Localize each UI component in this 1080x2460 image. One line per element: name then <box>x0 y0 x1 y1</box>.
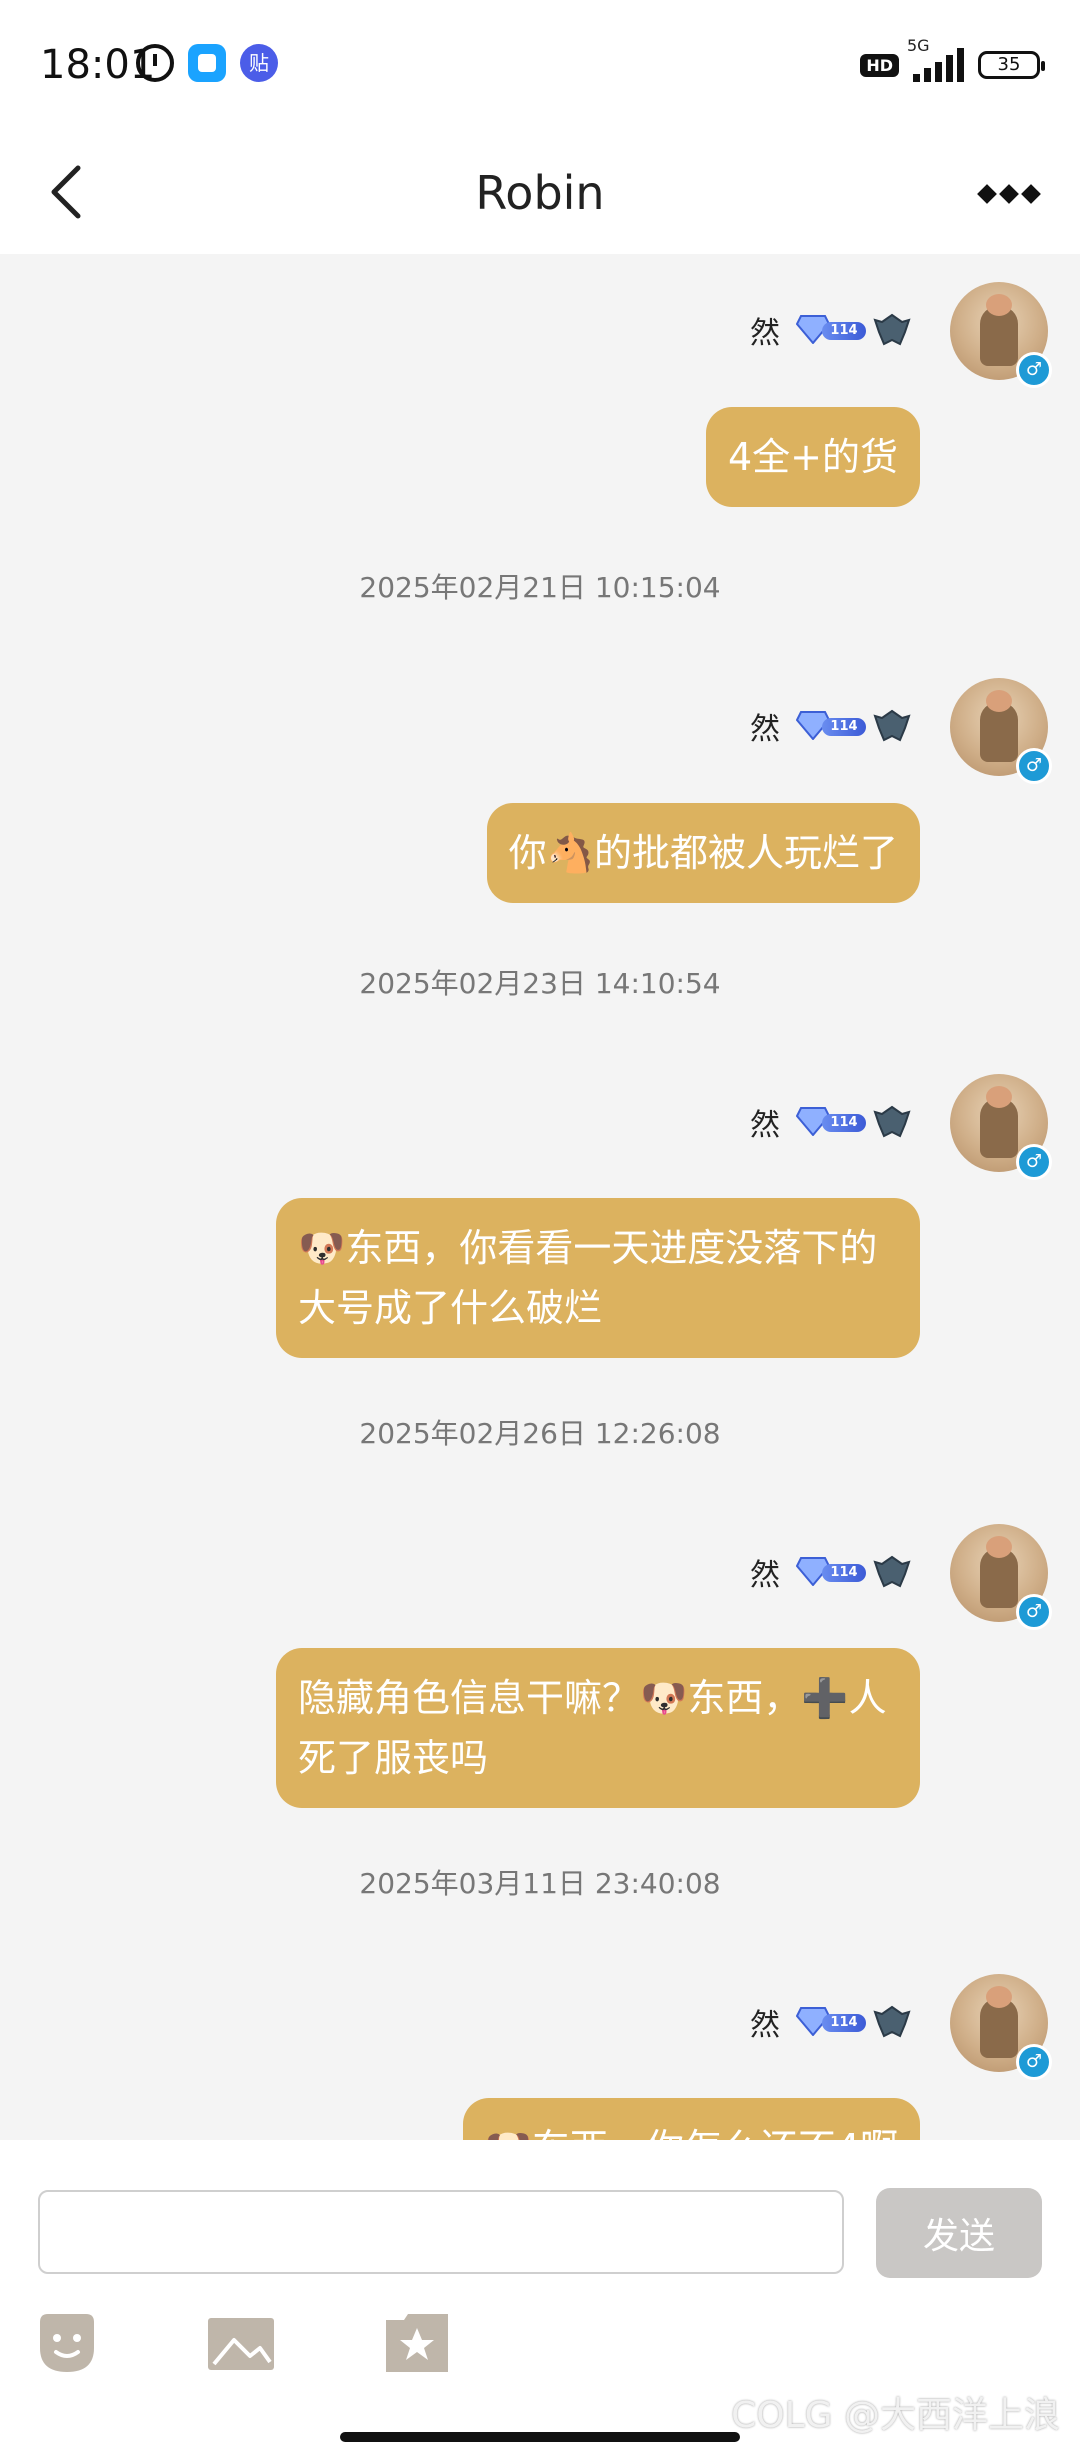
diamond-level-badge: 114 <box>796 1554 868 1590</box>
hd-badge: HD <box>860 53 899 77</box>
sender-name: 然 <box>750 316 780 351</box>
emoji-icon[interactable] <box>32 2308 102 2378</box>
message-sender-row: 然 114 ♂ <box>0 1074 1080 1184</box>
message-sender-row: 然 114 ♂ <box>0 678 1080 788</box>
male-gender-icon: ♂ <box>1016 2044 1052 2080</box>
sender-name: 然 <box>750 712 780 747</box>
message-sender-row: 然 114 ♂ <box>0 1974 1080 2084</box>
message-input[interactable] <box>38 2190 844 2274</box>
message-timestamp: 2025年02月26日 12:26:08 <box>359 1417 721 1450</box>
message-bubble[interactable]: 你🐴的批都被人玩烂了 <box>486 803 920 903</box>
diamond-level-badge: 114 <box>796 708 868 744</box>
rank-emblem-icon <box>873 1105 911 1138</box>
tieba-notification-icon: 贴 <box>240 44 278 82</box>
sender-name: 然 <box>750 2008 780 2043</box>
more-dots-icon <box>977 184 997 204</box>
status-notification-icons: 贴 <box>136 44 278 82</box>
image-icon[interactable] <box>206 2308 276 2378</box>
status-bar: 18:01 贴 HD 5G 35 <box>0 0 1080 130</box>
message-bubble[interactable]: 🐶东西，你怎么还不4啊 <box>462 2098 920 2140</box>
diamond-level-badge: 114 <box>796 1104 868 1140</box>
male-gender-icon: ♂ <box>1016 352 1052 388</box>
home-indicator[interactable] <box>340 2432 740 2442</box>
rank-emblem-icon <box>873 709 911 742</box>
message-bubble[interactable]: 4全+的货 <box>705 407 920 507</box>
message-bubble[interactable]: 🐶东西，你看看一天进度没落下的大号成了什么破烂 <box>276 1198 920 1358</box>
watermark: COLG @大西洋上浪 <box>731 2395 1060 2436</box>
male-gender-icon: ♂ <box>1016 748 1052 784</box>
chat-messages[interactable]: 然 114 ♂ 4全+的货 2025年02月21日 10:15:04 然 114… <box>0 254 1080 2140</box>
message-composer: 发送 COLG @大西洋上浪 <box>0 2140 1080 2460</box>
network-type: 5G <box>907 36 930 55</box>
sender-name: 然 <box>750 1558 780 1593</box>
message-sender-row: 然 114 ♂ <box>0 1524 1080 1634</box>
message-timestamp: 2025年02月21日 10:15:04 <box>359 571 721 604</box>
signal-icon: 5G <box>907 36 964 82</box>
sender-name: 然 <box>750 1108 780 1143</box>
male-gender-icon: ♂ <box>1016 1144 1052 1180</box>
battery-icon: 35 <box>978 51 1045 79</box>
rank-emblem-icon <box>873 2005 911 2038</box>
diamond-level-badge: 114 <box>796 2004 868 2040</box>
message-timestamp: 2025年03月11日 23:40:08 <box>359 1867 721 1900</box>
rank-emblem-icon <box>873 313 911 346</box>
sticker-icon[interactable] <box>382 2308 452 2378</box>
message-bubble[interactable]: 隐藏角色信息干嘛？🐶东西，➕人死了服丧吗 <box>276 1648 920 1808</box>
status-right-icons: HD 5G 35 <box>860 36 1045 82</box>
message-sender-row: 然 114 ♂ <box>0 282 1080 392</box>
message-timestamp: 2025年02月23日 14:10:54 <box>359 967 721 1000</box>
rank-emblem-icon <box>873 1555 911 1588</box>
app-notification-icon <box>188 44 226 82</box>
send-button[interactable]: 发送 <box>876 2188 1042 2278</box>
male-gender-icon: ♂ <box>1016 1594 1052 1630</box>
alarm-icon <box>136 44 174 82</box>
chat-header: Robin <box>0 130 1080 254</box>
more-options-button[interactable] <box>974 174 1044 214</box>
diamond-level-badge: 114 <box>796 312 868 348</box>
page-title: Robin <box>475 166 605 220</box>
